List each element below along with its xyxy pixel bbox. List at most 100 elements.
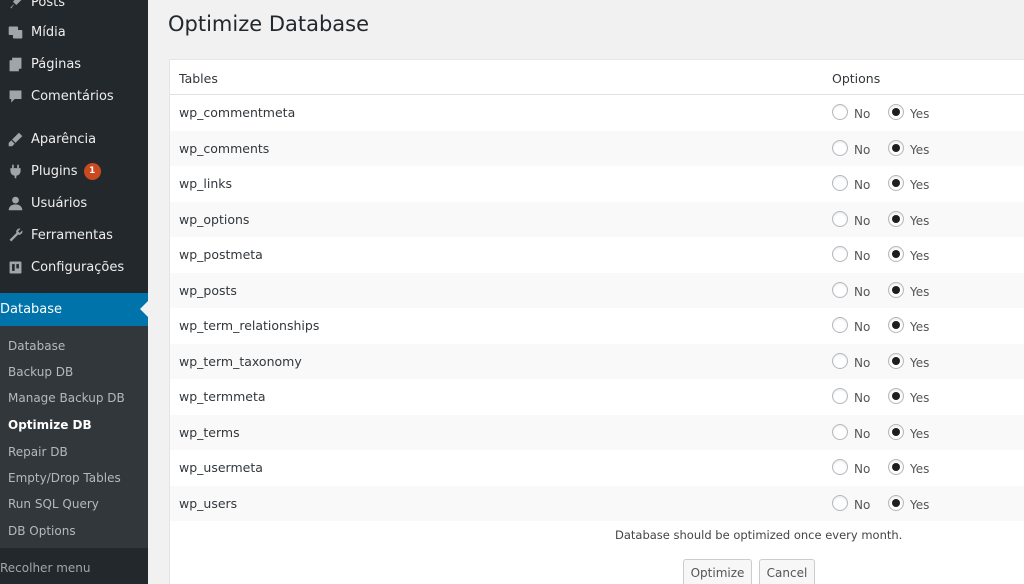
radio-yes[interactable] bbox=[888, 175, 904, 191]
radio-no[interactable] bbox=[832, 210, 848, 227]
table-row: wp_links No Yes bbox=[170, 166, 1024, 202]
table-row: wp_commentmeta No Yes bbox=[170, 95, 1024, 131]
sidebar-item-ferramentas[interactable]: Ferramentas bbox=[0, 220, 148, 250]
table-row: wp_users No Yes bbox=[170, 485, 1024, 521]
submenu-item-run-sql-query[interactable]: Run SQL Query bbox=[8, 497, 99, 511]
collapse-menu-label: Recolher menu bbox=[0, 561, 91, 575]
option-yes[interactable]: Yes bbox=[888, 423, 929, 441]
radio-yes[interactable] bbox=[888, 317, 904, 333]
option-no[interactable]: No bbox=[832, 210, 871, 228]
radio-no[interactable] bbox=[832, 246, 848, 262]
option-no[interactable]: No bbox=[832, 388, 870, 405]
submenu-item-database[interactable]: Database bbox=[8, 339, 65, 353]
media-icon bbox=[5, 22, 25, 42]
option-label: No bbox=[854, 320, 871, 334]
option-label: Yes bbox=[910, 213, 930, 228]
sidebar-item-aparência[interactable]: Aparência bbox=[0, 124, 148, 154]
radio-no[interactable] bbox=[832, 139, 848, 156]
radio-yes[interactable] bbox=[888, 459, 904, 475]
radio-no[interactable] bbox=[832, 494, 848, 511]
option-label: Yes bbox=[910, 355, 930, 370]
option-yes[interactable]: Yes bbox=[888, 281, 929, 299]
submenu-item-empty-drop-tables[interactable]: Empty/Drop Tables bbox=[8, 471, 121, 485]
submenu-item-backup-db[interactable]: Backup DB bbox=[8, 365, 73, 379]
submenu-item-optimize-db[interactable]: Optimize DB bbox=[8, 418, 92, 432]
radio-no[interactable] bbox=[832, 352, 848, 369]
option-yes[interactable]: Yes bbox=[888, 459, 929, 476]
sidebar-item-label: Configurações bbox=[31, 259, 125, 275]
table-name: wp_term_taxonomy bbox=[179, 353, 302, 369]
option-label: No bbox=[854, 142, 871, 157]
optimize-table: Tables Options wp_commentmeta No Yes wp_com… bbox=[169, 59, 1024, 584]
option-no[interactable]: No bbox=[832, 281, 871, 299]
option-no[interactable]: No bbox=[832, 246, 870, 263]
radio-yes[interactable] bbox=[888, 352, 904, 369]
radio-no[interactable] bbox=[832, 388, 848, 404]
table-row: wp_options No Yes bbox=[170, 201, 1024, 237]
option-no[interactable]: No bbox=[832, 494, 870, 512]
sidebar-item-comentários[interactable]: Comentários bbox=[0, 81, 148, 111]
cancel-button[interactable]: Cancel bbox=[759, 559, 815, 584]
table-name: wp_postmeta bbox=[179, 247, 263, 262]
option-label: No bbox=[854, 462, 871, 476]
sidebar-item-plugins[interactable]: Plugins 1 bbox=[0, 156, 148, 186]
table-name: wp_posts bbox=[179, 282, 237, 298]
sidebar-item-usuários[interactable]: Usuários bbox=[0, 188, 148, 218]
option-label: Yes bbox=[910, 107, 930, 121]
radio-yes[interactable] bbox=[888, 104, 904, 120]
optimize-button[interactable]: Optimize bbox=[683, 559, 752, 584]
radio-yes[interactable] bbox=[888, 423, 904, 440]
radio-no[interactable] bbox=[832, 317, 848, 333]
sidebar-item-configurações[interactable]: Configurações bbox=[0, 252, 148, 282]
option-yes[interactable]: Yes bbox=[888, 246, 929, 263]
sidebar-item-mídia[interactable]: Mídia bbox=[0, 17, 148, 47]
option-yes[interactable]: Yes bbox=[888, 388, 930, 405]
option-no[interactable]: No bbox=[832, 352, 870, 370]
submenu-item-db-options[interactable]: DB Options bbox=[8, 524, 76, 538]
pin-icon bbox=[5, 0, 25, 12]
sidebar-item-database[interactable]: Database bbox=[0, 293, 148, 329]
radio-no[interactable] bbox=[832, 175, 848, 191]
option-yes[interactable]: Yes bbox=[888, 352, 930, 370]
radio-no[interactable] bbox=[832, 423, 848, 440]
option-no[interactable]: No bbox=[832, 104, 870, 121]
option-yes[interactable]: Yes bbox=[888, 104, 930, 121]
radio-yes[interactable] bbox=[888, 494, 904, 511]
sidebar-item-páginas[interactable]: Páginas bbox=[0, 49, 148, 79]
option-yes[interactable]: Yes bbox=[888, 139, 929, 157]
submenu-item-repair-db[interactable]: Repair DB bbox=[8, 445, 68, 459]
option-label: No bbox=[854, 213, 871, 228]
sidebar-item-label: Posts bbox=[31, 0, 65, 10]
column-header-tables: Tables bbox=[179, 71, 218, 86]
brush-icon bbox=[5, 129, 25, 149]
option-no[interactable]: No bbox=[832, 423, 871, 441]
table-row: wp_postmeta No Yes bbox=[170, 237, 1024, 273]
radio-no[interactable] bbox=[832, 459, 848, 475]
radio-no[interactable] bbox=[832, 104, 848, 120]
radio-yes[interactable] bbox=[888, 139, 904, 156]
sidebar-item-posts[interactable]: Posts bbox=[0, 0, 148, 17]
radio-yes[interactable] bbox=[888, 210, 904, 227]
option-yes[interactable]: Yes bbox=[888, 317, 929, 334]
option-label: No bbox=[854, 426, 871, 441]
option-label: Yes bbox=[910, 391, 930, 405]
radio-yes[interactable] bbox=[888, 246, 904, 262]
sidebar-item-label: Plugins bbox=[31, 163, 78, 179]
option-yes[interactable]: Yes bbox=[888, 175, 930, 192]
table-name: wp_options bbox=[179, 211, 250, 227]
option-no[interactable]: No bbox=[832, 175, 870, 192]
radio-yes[interactable] bbox=[888, 281, 904, 298]
table-name: wp_users bbox=[179, 495, 238, 511]
option-no[interactable]: No bbox=[832, 459, 871, 476]
option-label: Yes bbox=[910, 178, 930, 192]
radio-yes[interactable] bbox=[888, 388, 904, 404]
option-no[interactable]: No bbox=[832, 139, 871, 157]
table-row: wp_comments No Yes bbox=[170, 130, 1024, 166]
option-label: No bbox=[854, 284, 871, 299]
collapse-menu-button[interactable]: Recolher menu bbox=[0, 553, 148, 584]
option-yes[interactable]: Yes bbox=[888, 494, 929, 512]
option-yes[interactable]: Yes bbox=[888, 210, 930, 228]
submenu-item-manage-backup-db[interactable]: Manage Backup DB bbox=[8, 391, 125, 405]
radio-no[interactable] bbox=[832, 281, 848, 298]
option-no[interactable]: No bbox=[832, 317, 871, 334]
